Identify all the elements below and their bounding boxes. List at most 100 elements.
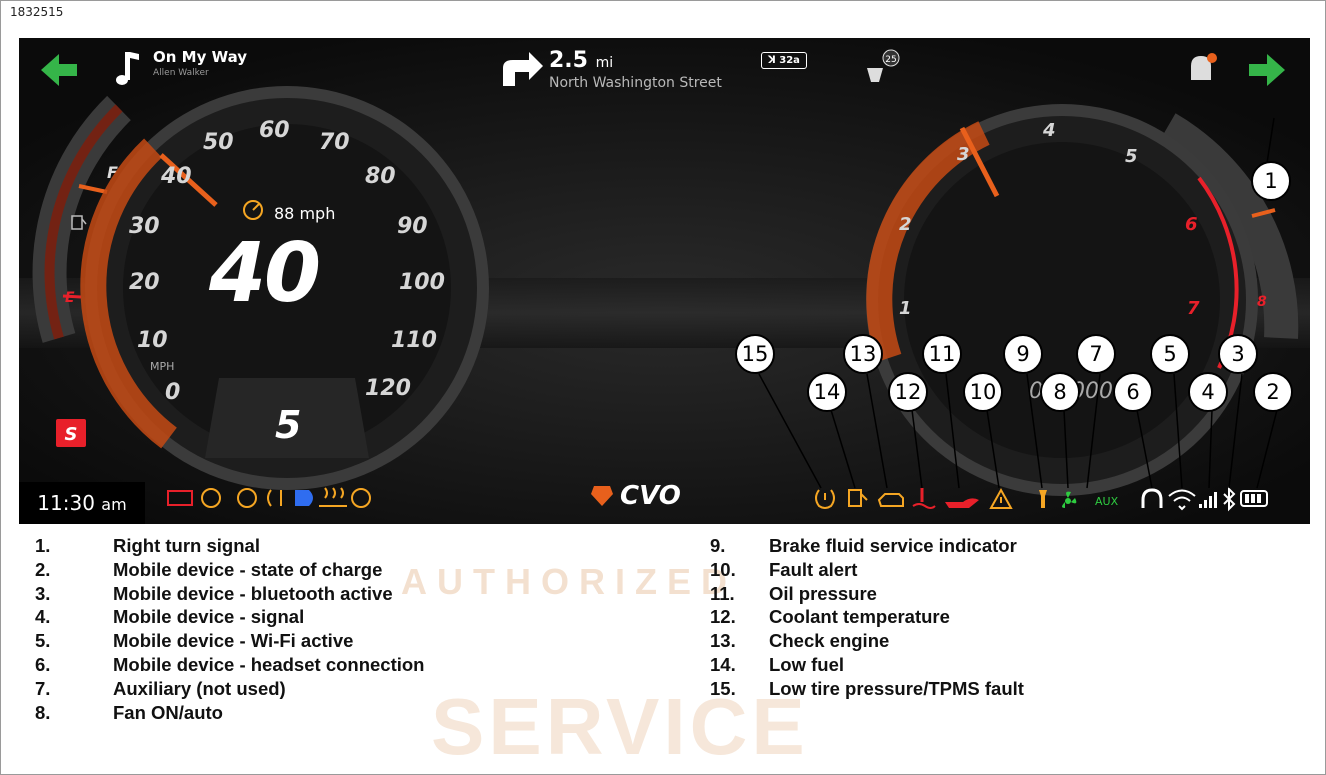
- callout-8: 8: [1040, 372, 1080, 412]
- gear-indicator: 5: [275, 403, 302, 447]
- clock-ampm: am: [101, 495, 127, 514]
- legend-item: 6. Mobile device - headset connection: [35, 653, 424, 677]
- legend-number: 4.: [35, 606, 51, 628]
- callout-15: 15: [735, 334, 775, 374]
- speedo-tick-90: 90: [397, 214, 428, 239]
- legend-text: Oil pressure: [769, 582, 877, 604]
- legend-text: Coolant temperature: [769, 606, 950, 628]
- legend-number: 9.: [710, 535, 726, 556]
- speedo-tick-110: 110: [391, 328, 437, 353]
- instrument-cluster-display: F E 000000: [19, 38, 1310, 524]
- navigation-distance: 2.5 mi: [549, 48, 613, 73]
- callout-1: 1: [1251, 161, 1291, 201]
- legend-left-column: 1. Right turn signal 2. Mobile device - st…: [35, 534, 424, 724]
- legend-number: 11.: [710, 582, 735, 604]
- tach-tick-7: 7: [1187, 298, 1200, 319]
- watermark-text: AUTHORIZED: [401, 561, 737, 602]
- legend-item: 5. Mobile device - Wi-Fi active: [35, 629, 424, 653]
- legend-item: 8. Fan ON/auto: [35, 701, 424, 725]
- figure-frame: AUTHORIZED SERVICE 1832515 F E 25 S CVO …: [0, 0, 1326, 775]
- sport-mode-letter: S: [65, 424, 78, 445]
- legend-text: Low fuel: [769, 653, 845, 675]
- clock: 11:30 am: [19, 482, 145, 524]
- speedo-tick-50: 50: [203, 130, 234, 155]
- legend-text: Mobile device - bluetooth active: [113, 582, 393, 604]
- legend-text: Check engine: [769, 630, 890, 652]
- legend-number: 13.: [710, 630, 736, 652]
- speedo-tick-60: 60: [259, 118, 290, 143]
- legend-item: 3. Mobile device - bluetooth active: [35, 582, 424, 606]
- legend-number: 2.: [35, 558, 51, 580]
- tach-tick-2: 2: [899, 214, 912, 235]
- legend-text: Brake fluid service indicator: [769, 535, 1017, 556]
- figure-id: 1832515: [10, 5, 64, 19]
- notification-count: 25: [885, 55, 896, 65]
- legend-number: 12.: [710, 606, 736, 628]
- high-beam-icon: [295, 490, 313, 506]
- legend-text: Fault alert: [769, 558, 858, 580]
- navigation-exit-number: 32a: [779, 55, 800, 66]
- legend-text: Auxiliary (not used): [113, 677, 286, 699]
- speed-unit: MPH: [150, 360, 175, 373]
- legend-item: 2. Mobile device - state of charge: [35, 558, 424, 582]
- speedo-tick-40: 40: [161, 164, 192, 189]
- speedo-tick-120: 120: [365, 376, 411, 401]
- legend-item: 15. Low tire pressure/TPMS fault: [710, 677, 1024, 701]
- legend-item: 11. Oil pressure: [710, 582, 1024, 606]
- callout-14: 14: [807, 372, 847, 412]
- legend-item: 13. Check engine: [710, 629, 1024, 653]
- legend-text: Mobile device - state of charge: [113, 558, 383, 580]
- callout-12: 12: [888, 372, 928, 412]
- callout-11: 11: [922, 334, 962, 374]
- legend-number: 6.: [35, 653, 51, 675]
- navigation-distance-value: 2.5: [549, 48, 588, 73]
- legend-item: 4. Mobile device - signal: [35, 605, 424, 629]
- navigation-exit-badge: ꓘ 32a: [761, 52, 807, 69]
- legend-text: Fan ON/auto: [113, 701, 223, 723]
- callout-13: 13: [843, 334, 883, 374]
- legend-item: 9. Brake fluid service indicator: [710, 534, 1024, 558]
- navigation-distance-unit: mi: [595, 55, 614, 71]
- callout-5: 5: [1150, 334, 1190, 374]
- speed-limit-value: 88 mph: [274, 204, 336, 223]
- aux-indicator: AUX: [1095, 495, 1119, 508]
- clock-time: 11:30: [37, 491, 95, 515]
- fuel-empty-label: E: [65, 290, 75, 306]
- speedo-tick-70: 70: [319, 130, 350, 155]
- callout-4: 4: [1188, 372, 1228, 412]
- speedo-tick-10: 10: [137, 328, 168, 353]
- speedo-tick-80: 80: [365, 164, 396, 189]
- cvo-logo-text: CVO: [620, 481, 681, 511]
- media-artist: Allen Walker: [153, 68, 209, 78]
- callout-7: 7: [1076, 334, 1116, 374]
- speedo-tick-30: 30: [129, 214, 160, 239]
- speed-readout: 40: [209, 226, 321, 321]
- legend-item: 14. Low fuel: [710, 653, 1024, 677]
- legend-number: 8.: [35, 701, 51, 723]
- speedo-tick-20: 20: [129, 270, 160, 295]
- callout-6: 6: [1113, 372, 1153, 412]
- legend-item: 10. Fault alert: [710, 558, 1024, 582]
- legend-number: 3.: [35, 582, 51, 604]
- legend-text: Mobile device - headset connection: [113, 653, 425, 675]
- legend-item: 1. Right turn signal: [35, 534, 424, 558]
- legend-right-column: 9. Brake fluid service indicator 10. Fault…: [710, 534, 1024, 701]
- legend-item: 12. Coolant temperature: [710, 605, 1024, 629]
- tach-tick-4: 4: [1043, 120, 1056, 141]
- tach-tick-6: 6: [1185, 214, 1198, 235]
- navigation-street: North Washington Street: [549, 75, 722, 91]
- legend-number: 1.: [35, 535, 51, 556]
- legend-number: 5.: [35, 630, 51, 652]
- legend-text: Mobile device - Wi-Fi active: [113, 630, 354, 652]
- tach-tick-8: 8: [1257, 294, 1267, 310]
- callout-3: 3: [1218, 334, 1258, 374]
- tach-tick-5: 5: [1125, 146, 1138, 167]
- legend-number: 7.: [35, 677, 51, 699]
- callout-10: 10: [963, 372, 1003, 412]
- media-track-title: On My Way: [153, 48, 248, 66]
- callout-9: 9: [1003, 334, 1043, 374]
- legend-item: 7. Auxiliary (not used): [35, 677, 424, 701]
- tach-tick-1: 1: [899, 298, 912, 319]
- callout-2: 2: [1253, 372, 1293, 412]
- legend-number: 10.: [710, 558, 736, 580]
